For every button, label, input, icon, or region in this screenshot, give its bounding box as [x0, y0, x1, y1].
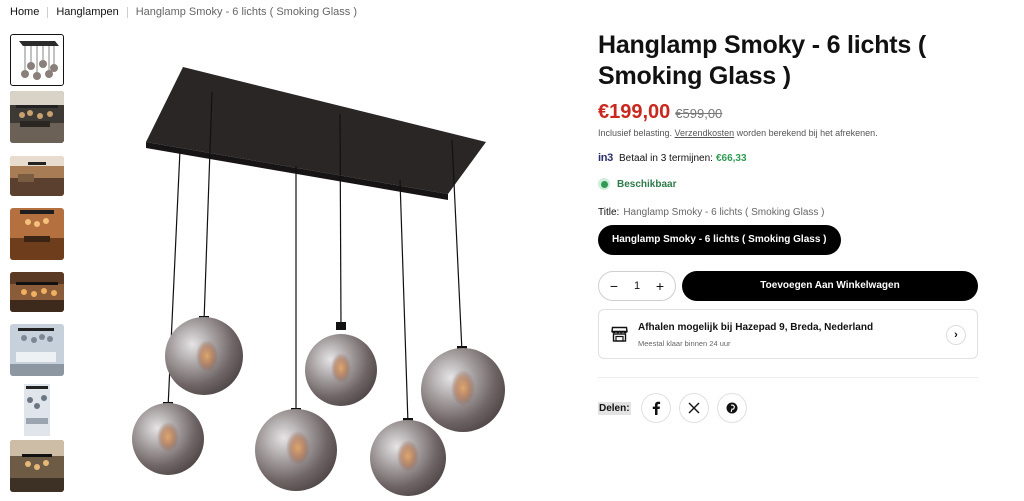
breadcrumb-current: Hanglamp Smoky - 6 lichts ( Smoking Glas… — [135, 6, 358, 18]
variant-label-text: Title: — [598, 207, 620, 218]
variant-option-button[interactable]: Hanglamp Smoky - 6 lichts ( Smoking Glas… — [598, 225, 841, 255]
thumbnail-2[interactable] — [10, 91, 64, 143]
pickup-title: Afhalen mogelijk bij Hazepad 9, Breda, N… — [638, 322, 874, 333]
thumbnail-5[interactable] — [10, 272, 64, 312]
divider — [598, 377, 978, 378]
breadcrumb: Home Hanglampen Hanglamp Smoky - 6 licht… — [10, 6, 357, 18]
in3-logo-icon: in3 — [598, 152, 613, 164]
thumbnail-3[interactable] — [10, 156, 64, 196]
store-icon — [611, 326, 628, 342]
variant-label: Title: Hanglamp Smoky - 6 lichts ( Smokin… — [598, 207, 978, 218]
product-main-image[interactable] — [108, 42, 558, 501]
add-to-cart-button[interactable]: Toevoegen Aan Winkelwagen — [682, 271, 978, 301]
chevron-right-icon[interactable]: › — [946, 325, 966, 345]
compare-price: €599,00 — [675, 106, 723, 121]
breadcrumb-separator — [47, 6, 49, 18]
price-row: €199,00 €599,00 — [598, 101, 978, 124]
variant-selected-value: Hanglamp Smoky - 6 lichts ( Smoking Glas… — [623, 207, 825, 218]
thumbnail-8[interactable] — [10, 440, 64, 492]
quantity-increase-button[interactable]: + — [654, 278, 666, 294]
shipping-link[interactable]: Verzendkosten — [675, 128, 735, 138]
quantity-input[interactable]: 1 — [634, 280, 640, 292]
breadcrumb-separator — [126, 6, 128, 18]
share-label: Delen: — [598, 401, 631, 415]
stock-dot-icon — [598, 178, 610, 190]
tax-note-text-after: worden berekend bij het afrekenen. — [734, 128, 878, 138]
tax-note: Inclusief belasting. Verzendkosten worde… — [598, 128, 978, 138]
in3-text: Betaal in 3 termijnen: — [619, 152, 713, 164]
quantity-stepper: − 1 + — [598, 271, 676, 301]
stock-status: Beschikbaar — [598, 178, 978, 190]
x-icon[interactable] — [678, 393, 709, 423]
thumbnail-4[interactable] — [10, 208, 64, 260]
in3-installments: in3 Betaal in 3 termijnen: €66,33 — [598, 152, 978, 164]
sale-price: €199,00 — [598, 101, 671, 123]
product-info: Hanglamp Smoky - 6 lichts ( Smoking Glas… — [598, 30, 978, 423]
pinterest-icon[interactable] — [716, 393, 747, 423]
product-title: Hanglamp Smoky - 6 lichts ( Smoking Glas… — [598, 31, 927, 90]
tax-note-text: Inclusief belasting. — [598, 128, 675, 138]
in3-amount: €66,33 — [715, 152, 747, 164]
pickup-subtitle: Meestal klaar binnen 24 uur — [638, 339, 731, 348]
cart-row: − 1 + Toevoegen Aan Winkelwagen — [598, 271, 978, 301]
pickup-availability[interactable]: Afhalen mogelijk bij Hazepad 9, Breda, N… — [598, 309, 978, 359]
breadcrumb-category-link[interactable]: Hanglampen — [56, 6, 118, 18]
quantity-decrease-button[interactable]: − — [608, 278, 620, 294]
thumbnail-6[interactable] — [10, 324, 64, 376]
facebook-icon[interactable] — [640, 393, 671, 423]
share-row: Delen: — [598, 393, 978, 423]
stock-label: Beschikbaar — [617, 178, 677, 190]
thumbnail-1[interactable] — [10, 34, 64, 86]
breadcrumb-home-link[interactable]: Home — [10, 6, 39, 18]
thumbnail-7[interactable] — [10, 384, 64, 436]
